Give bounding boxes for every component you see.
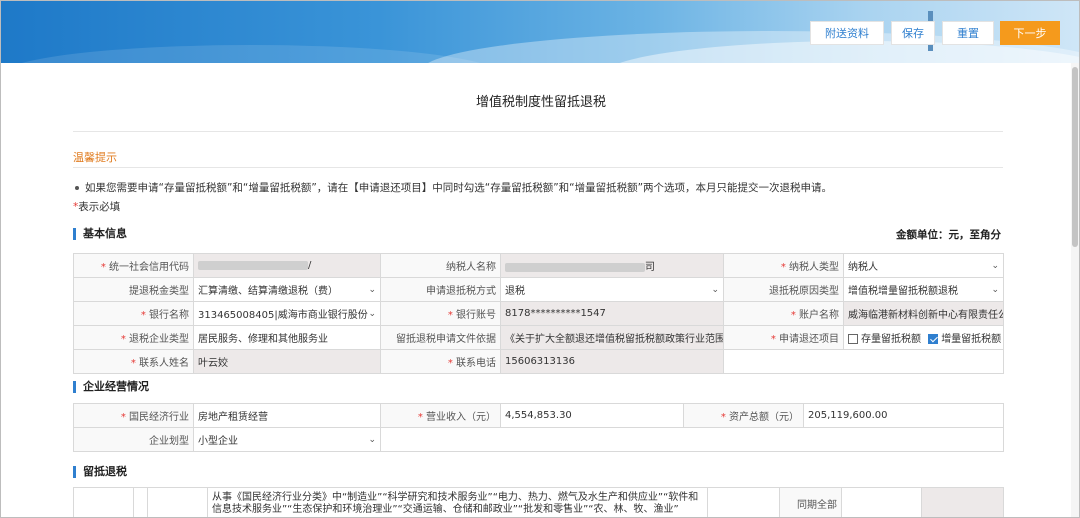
- field-label: 退抵税原因类型: [723, 277, 844, 302]
- empty-cell: [380, 427, 1004, 452]
- field-label: 申请退抵税方式: [380, 277, 501, 302]
- chevron-down-icon: ⌄: [368, 308, 376, 319]
- required-note: *表示必填: [73, 199, 120, 214]
- contact-phone-field[interactable]: 15606313136: [500, 349, 724, 374]
- increment-credit-checkbox[interactable]: [928, 334, 939, 344]
- section-refund-title: 留抵退税: [73, 466, 127, 478]
- chevron-down-icon: ⌄: [991, 260, 999, 271]
- chevron-down-icon: ⌄: [991, 284, 999, 295]
- refund-description-line: 从事《国民经济行业分类》中“制造业”“科学研究和技术服务业”“电力、热力、燃气及…: [212, 491, 699, 503]
- table-cell: [133, 487, 148, 517]
- tips-title: 温馨提示: [73, 151, 117, 164]
- filing-type-select[interactable]: 汇算清缴、结算清缴退税（费） ⌄: [193, 277, 381, 302]
- scrollbar-thumb[interactable]: [1072, 67, 1078, 247]
- chevron-down-icon: ⌄: [368, 434, 376, 445]
- refund-description: 从事《国民经济行业分类》中“制造业”“科学研究和技术服务业”“电力、热力、燃气及…: [207, 487, 708, 517]
- table-cell: [73, 487, 134, 517]
- table-row: * 统一社会信用代码 / 纳税人名称 司 * 纳税人类型 纳税人 ⌄: [73, 253, 1004, 278]
- table-row: * 国民经济行业 房地产租赁经营 * 营业收入（元） 4,554,853.30 …: [73, 403, 1004, 428]
- credit-code-field: /: [193, 253, 381, 278]
- refund-description-line: 信息技术服务业”“生态保护和环境治理业”“交通运输、仓储和邮政业”“批发和零售业…: [212, 503, 679, 515]
- field-label: * 联系电话: [380, 349, 501, 374]
- total-assets-input[interactable]: 205,119,600.00: [803, 403, 1004, 428]
- table-cell: [921, 487, 1004, 517]
- industry-field[interactable]: 房地产租赁经营: [193, 403, 381, 428]
- table-row: 提退税金类型 汇算清缴、结算清缴退税（费） ⌄ 申请退抵税方式 退税 ⌄ 退抵税原因…: [73, 277, 1004, 302]
- chevron-down-icon: ⌄: [711, 284, 719, 295]
- table-row: * 银行名称 313465008405|威海市商业银行股份 ⌄ * 银行账号 81…: [73, 301, 1004, 326]
- field-label: * 联系人姓名: [73, 349, 194, 374]
- enterprise-scale-select[interactable]: 小型企业 ⌄: [193, 427, 381, 452]
- refund-items-field: 存量留抵税额 增量留抵税额: [843, 325, 1004, 350]
- taxpayer-name-field: 司: [500, 253, 724, 278]
- table-cell: [841, 487, 922, 517]
- field-label: * 营业收入（元）: [380, 403, 501, 428]
- stock-credit-checkbox[interactable]: [848, 334, 858, 344]
- tips-text-content: 如果您需要申请“存量留抵税额”和“增量留抵税额”，请在【申请退还项目】中同时勾选…: [85, 182, 833, 194]
- revenue-input[interactable]: 4,554,853.30: [500, 403, 684, 428]
- policy-basis-field: 《关于扩大全额退还增值税留抵税额政策行业范围的公: [500, 325, 724, 350]
- table-row: * 退税企业类型 居民服务、修理和其他服务业 留抵退税申请文件依据 《关于扩大全…: [73, 325, 1004, 350]
- bullet-icon: [75, 186, 79, 190]
- field-label: * 账户名称: [723, 301, 844, 326]
- enterprise-type-field[interactable]: 居民服务、修理和其他服务业: [193, 325, 381, 350]
- field-label: 纳税人名称: [380, 253, 501, 278]
- same-period-label: 同期全部: [779, 487, 842, 517]
- refund-table: 从事《国民经济行业分类》中“制造业”“科学研究和技术服务业”“电力、热力、燃气及…: [73, 487, 1004, 517]
- section-operations-title: 企业经营情况: [73, 381, 149, 393]
- account-name-field: 威海临港新材料创新中心有限责任公司: [843, 301, 1004, 326]
- field-label: 提退税金类型: [73, 277, 194, 302]
- tips-text: 如果您需要申请“存量留抵税额”和“增量留抵税额”，请在【申请退还项目】中同时勾选…: [75, 180, 832, 195]
- field-label: 企业划型: [73, 427, 194, 452]
- field-label: * 统一社会信用代码: [73, 253, 194, 278]
- checkbox-label: 存量留抵税额: [861, 334, 921, 345]
- table-row: 企业划型 小型企业 ⌄: [73, 427, 1004, 452]
- attach-documents-button[interactable]: 附送资料: [810, 21, 884, 45]
- amount-unit-label: 金额单位：元，至角分: [896, 229, 1001, 241]
- table-cell: [707, 487, 780, 517]
- reset-button[interactable]: 重置: [942, 21, 994, 45]
- table-cell: [147, 487, 208, 517]
- chevron-down-icon: ⌄: [368, 284, 376, 295]
- redacted-text: [505, 262, 645, 272]
- page-title: 增值税制度性留抵退税: [475, 95, 606, 110]
- field-label: * 银行账号: [380, 301, 501, 326]
- bank-account-field: 8178**********1547: [500, 301, 724, 326]
- app-window: 附送资料 保存 重置 下一步 增值税制度性留抵退税 温馨提示 如果您需要申请“存…: [0, 0, 1080, 518]
- save-button[interactable]: 保存: [891, 21, 935, 45]
- taxpayer-type-select[interactable]: 纳税人 ⌄: [843, 253, 1004, 278]
- field-label: * 国民经济行业: [73, 403, 194, 428]
- field-label: * 资产总额（元）: [683, 403, 804, 428]
- table-row: * 联系人姓名 叶云姣 * 联系电话 15606313136: [73, 349, 1004, 374]
- field-label: * 纳税人类型: [723, 253, 844, 278]
- section-basic-info-title: 基本信息: [73, 228, 127, 240]
- refund-reason-select[interactable]: 增值税增量留抵税额退税 ⌄: [843, 277, 1004, 302]
- bank-name-select[interactable]: 313465008405|威海市商业银行股份 ⌄: [193, 301, 381, 326]
- divider: [73, 167, 1003, 168]
- field-label: * 申请退还项目: [723, 325, 844, 350]
- basic-info-table: * 统一社会信用代码 / 纳税人名称 司 * 纳税人类型 纳税人 ⌄ 提退税金类型…: [73, 253, 1004, 374]
- operations-table: * 国民经济行业 房地产租赁经营 * 营业收入（元） 4,554,853.30 …: [73, 403, 1004, 452]
- redacted-text: [198, 260, 308, 270]
- refund-method-select[interactable]: 退税 ⌄: [500, 277, 724, 302]
- table-row: 从事《国民经济行业分类》中“制造业”“科学研究和技术服务业”“电力、热力、燃气及…: [73, 487, 1004, 517]
- field-label: 留抵退税申请文件依据: [380, 325, 501, 350]
- checkbox-label: 增量留抵税额: [941, 334, 1002, 345]
- contact-name-field[interactable]: 叶云姣: [193, 349, 381, 374]
- empty-cell: [723, 349, 1004, 374]
- field-label: * 退税企业类型: [73, 325, 194, 350]
- field-label: * 银行名称: [73, 301, 194, 326]
- next-step-button[interactable]: 下一步: [1000, 21, 1060, 45]
- required-note-text: 表示必填: [78, 201, 121, 213]
- divider: [73, 131, 1003, 132]
